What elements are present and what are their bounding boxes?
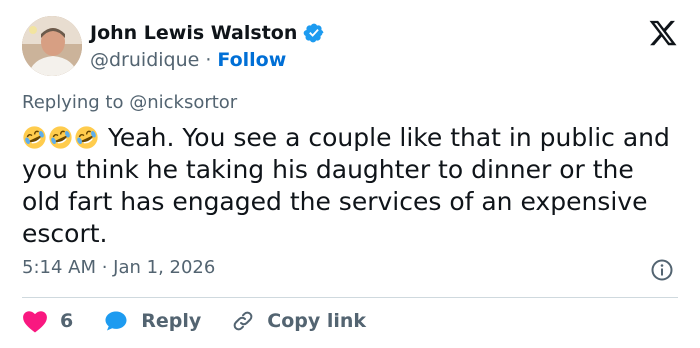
author-name-row: John Lewis Walston <box>90 19 325 47</box>
heart-icon <box>23 311 47 333</box>
like-count: 6 <box>60 310 74 332</box>
like-button[interactable]: 6 <box>22 309 73 333</box>
rolling-on-floor-laughing-emoji <box>49 126 72 149</box>
replying-to-mention[interactable]: @nicksortor <box>129 92 237 113</box>
avatar[interactable] <box>22 16 82 76</box>
action-bar: 6 Reply Copy link <box>22 306 366 336</box>
tweet-text: Yeah. You see a couple like that in publ… <box>22 122 678 250</box>
rolling-on-floor-laughing-emoji <box>23 126 46 149</box>
tweet-body: Yeah. You see a couple like that in publ… <box>22 123 670 248</box>
tweet-card: John Lewis Walston @druidique · Follow R… <box>0 0 700 348</box>
copy-link-label: Copy link <box>267 310 367 332</box>
follow-button[interactable]: Follow <box>217 49 286 71</box>
link-icon <box>233 311 253 331</box>
author-name[interactable]: John Lewis Walston <box>90 22 297 44</box>
tweet-timestamp[interactable]: 5:14 AM · Jan 1, 2026 <box>22 257 215 278</box>
info-icon[interactable] <box>650 258 674 282</box>
replying-to-prefix: Replying to <box>22 92 124 113</box>
replying-to-line: Replying to @nicksortor <box>22 92 237 113</box>
divider <box>22 297 678 298</box>
handle-separator: · <box>205 49 212 71</box>
rolling-on-floor-laughing-emoji <box>75 126 98 149</box>
reply-button[interactable]: Reply <box>103 309 201 333</box>
reply-label: Reply <box>141 310 202 332</box>
author-handle-row: @druidique · Follow <box>90 47 286 73</box>
verified-badge-icon <box>304 23 324 43</box>
reply-bubble-icon <box>105 311 127 331</box>
author-handle[interactable]: @druidique <box>90 49 199 71</box>
copy-link-button[interactable]: Copy link <box>231 309 366 333</box>
x-logo-icon[interactable] <box>648 18 678 48</box>
